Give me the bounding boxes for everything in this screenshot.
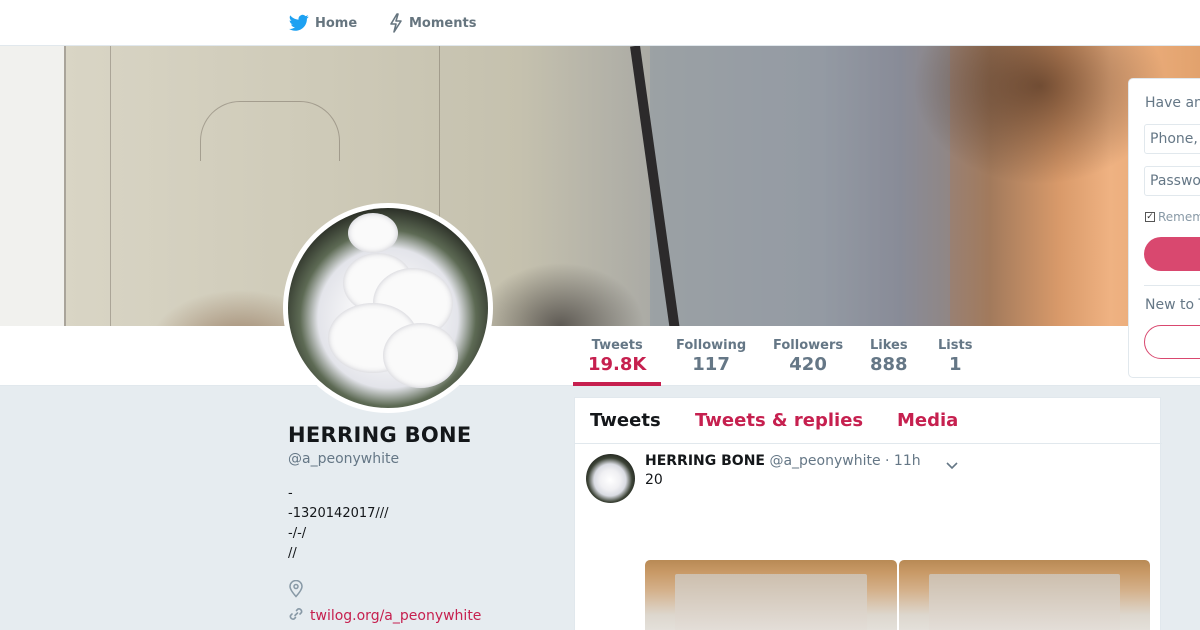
twitter-bird-icon	[289, 14, 309, 32]
stat-value: 19.8K	[588, 354, 647, 375]
profile-bio: - -1320142017/// -/-/ //	[288, 484, 558, 564]
stat-label: Following	[676, 338, 747, 353]
tweet-author-handle[interactable]: @a_peonywhite	[769, 453, 880, 469]
login-button[interactable]	[1144, 237, 1200, 271]
top-navigation: Home Moments	[0, 0, 1200, 46]
tab-tweets[interactable]: Tweets	[590, 410, 661, 431]
stat-label: Tweets	[591, 338, 643, 353]
nav-moments[interactable]: Moments	[389, 0, 476, 46]
bio-line: -/-/	[288, 526, 307, 541]
tweet-photo[interactable]	[645, 560, 897, 630]
nav-home[interactable]: Home	[289, 0, 357, 46]
profile-avatar[interactable]	[283, 203, 493, 413]
tweet-media	[645, 560, 1150, 630]
profile-card: HERRING BONE @a_peonywhite - -1320142017…	[288, 423, 558, 626]
tweet-timestamp[interactable]: · 11h	[885, 453, 921, 469]
stat-lists[interactable]: Lists 1	[938, 338, 972, 375]
stat-value: 420	[789, 354, 827, 375]
stat-value: 117	[692, 354, 730, 375]
bio-line: -1320142017///	[288, 506, 389, 521]
phone-field[interactable]: Phone,	[1144, 124, 1200, 154]
tweet-avatar[interactable]	[586, 454, 635, 503]
login-panel: Have an Phone, Passwo ✓ Remem New to T	[1128, 78, 1200, 378]
tweet-photo[interactable]	[898, 560, 1150, 630]
profile-location	[288, 579, 558, 602]
active-stat-underline	[573, 382, 661, 386]
nav-home-label: Home	[315, 15, 358, 31]
signup-button[interactable]	[1144, 325, 1200, 359]
location-pin-icon	[288, 579, 304, 602]
profile-stats-bar: Tweets 19.8K Following 117 Followers 420…	[0, 326, 1200, 386]
password-field[interactable]: Passwo	[1144, 166, 1200, 196]
bio-line: //	[288, 546, 297, 561]
stat-likes[interactable]: Likes 888	[870, 338, 908, 375]
stat-following[interactable]: Following 117	[676, 338, 746, 375]
tweet-author-name[interactable]: HERRING BONE	[645, 453, 765, 469]
stat-value: 888	[870, 354, 908, 375]
login-heading: Have an	[1145, 95, 1200, 111]
profile-name: HERRING BONE	[288, 423, 472, 447]
profile-banner	[0, 46, 1200, 326]
new-to-twitter-label: New to T	[1145, 297, 1200, 313]
stat-followers[interactable]: Followers 420	[773, 338, 843, 375]
nav-moments-label: Moments	[409, 15, 477, 31]
checkbox-icon: ✓	[1145, 212, 1155, 222]
banner-shade	[0, 46, 1200, 326]
profile-handle[interactable]: @a_peonywhite	[288, 451, 558, 467]
timeline-tabs: Tweets Tweets & replies Media	[575, 398, 1162, 444]
stat-label: Lists	[938, 338, 973, 353]
lightning-icon	[389, 13, 403, 33]
stat-label: Likes	[870, 338, 908, 353]
stat-value: 1	[948, 354, 962, 375]
remember-me-label: Remem	[1158, 210, 1200, 224]
timeline: Tweets Tweets & replies Media HERRING BO…	[574, 397, 1162, 630]
tweet-text: 20	[645, 472, 663, 488]
stat-tweets[interactable]: Tweets 19.8K	[588, 338, 646, 375]
link-icon	[288, 606, 304, 626]
stat-label: Followers	[773, 338, 844, 353]
bio-line: -	[288, 486, 293, 501]
profile-link-text: twilog.org/a_peonywhite	[310, 608, 482, 624]
profile-website-link[interactable]: twilog.org/a_peonywhite	[288, 606, 558, 626]
login-divider	[1144, 285, 1200, 286]
tab-media[interactable]: Media	[897, 410, 958, 431]
tweet-header: HERRING BONE @a_peonywhite · 11h	[645, 453, 921, 469]
remember-me-checkbox[interactable]: ✓ Remem	[1145, 210, 1200, 224]
chevron-down-icon[interactable]	[945, 456, 959, 475]
avatar-image	[288, 208, 488, 408]
tab-tweets-replies[interactable]: Tweets & replies	[695, 410, 863, 431]
